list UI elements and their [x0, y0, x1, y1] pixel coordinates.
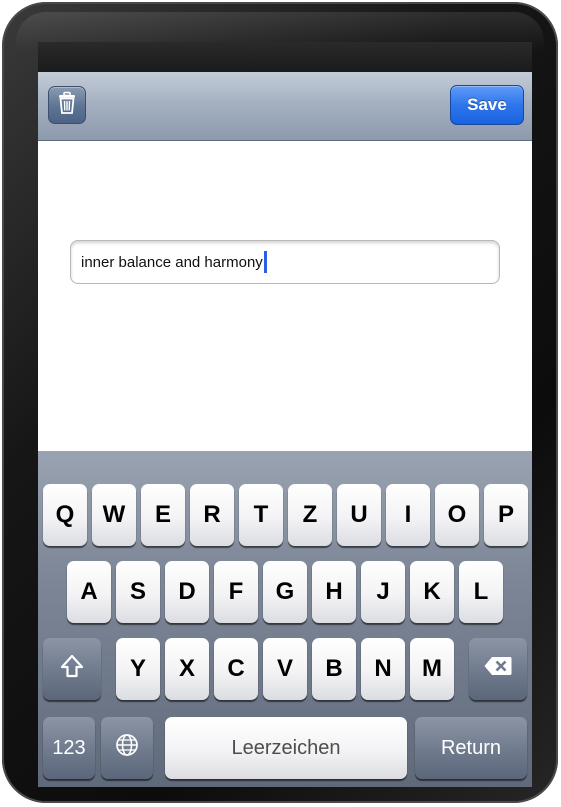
globe-icon — [115, 733, 139, 764]
shift-key[interactable] — [43, 638, 101, 700]
shift-icon — [59, 653, 85, 686]
key-n[interactable]: N — [361, 638, 405, 700]
backspace-key[interactable] — [469, 638, 527, 700]
key-h[interactable]: H — [312, 561, 356, 623]
key-y[interactable]: Y — [116, 638, 160, 700]
return-key[interactable]: Return — [415, 717, 527, 779]
space-key[interactable]: Leerzeichen — [165, 717, 407, 779]
key-j[interactable]: J — [361, 561, 405, 623]
key-g[interactable]: G — [263, 561, 307, 623]
key-v[interactable]: V — [263, 638, 307, 700]
text-input[interactable]: inner balance and harmony — [70, 240, 500, 284]
key-a[interactable]: A — [67, 561, 111, 623]
backspace-icon — [483, 655, 513, 684]
editor-area: inner balance and harmony — [38, 141, 532, 451]
key-e[interactable]: E — [141, 484, 185, 546]
key-c[interactable]: C — [214, 638, 258, 700]
key-m[interactable]: M — [410, 638, 454, 700]
key-q[interactable]: Q — [43, 484, 87, 546]
key-x[interactable]: X — [165, 638, 209, 700]
status-bar — [38, 42, 532, 72]
delete-button[interactable] — [48, 86, 86, 124]
globe-key[interactable] — [101, 717, 153, 779]
key-s[interactable]: S — [116, 561, 160, 623]
navigation-bar: Save — [38, 72, 532, 141]
screen: Save inner balance and harmony Q W E R T… — [38, 42, 532, 787]
key-d[interactable]: D — [165, 561, 209, 623]
key-r[interactable]: R — [190, 484, 234, 546]
trash-icon — [56, 91, 78, 120]
save-button[interactable]: Save — [450, 85, 524, 125]
key-u[interactable]: U — [337, 484, 381, 546]
key-z[interactable]: Z — [288, 484, 332, 546]
key-f[interactable]: F — [214, 561, 258, 623]
keyboard: Q W E R T Z U I O P A S D F G H J K L Y … — [38, 451, 532, 787]
key-b[interactable]: B — [312, 638, 356, 700]
key-o[interactable]: O — [435, 484, 479, 546]
key-w[interactable]: W — [92, 484, 136, 546]
text-cursor — [263, 251, 267, 273]
key-p[interactable]: P — [484, 484, 528, 546]
key-i[interactable]: I — [386, 484, 430, 546]
key-t[interactable]: T — [239, 484, 283, 546]
key-l[interactable]: L — [459, 561, 503, 623]
key-k[interactable]: K — [410, 561, 454, 623]
device-frame: Save inner balance and harmony Q W E R T… — [2, 2, 558, 803]
text-input-value: inner balance and harmony — [81, 253, 263, 271]
numbers-key[interactable]: 123 — [43, 717, 95, 779]
